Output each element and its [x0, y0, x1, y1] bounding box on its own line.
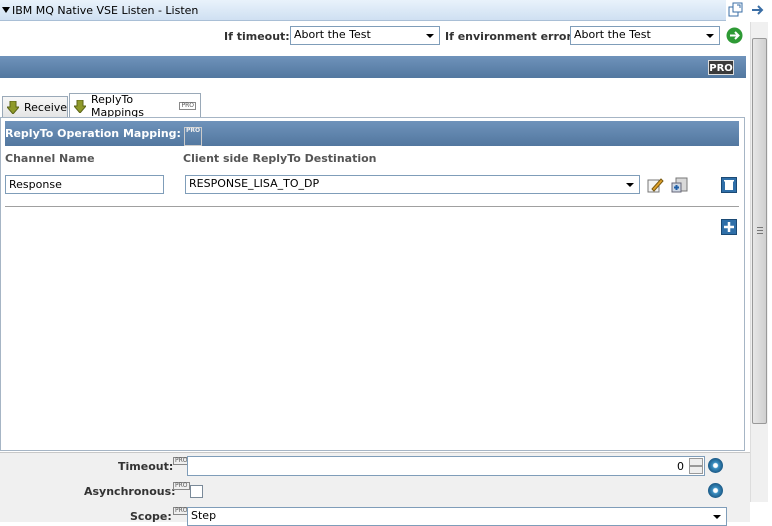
scope-label: Scope:	[130, 510, 172, 523]
mapping-panel	[0, 117, 745, 451]
tab-pro-badge: PRO	[179, 102, 196, 110]
footer-timeout-label: Timeout:	[118, 460, 174, 473]
edit-icon[interactable]	[646, 176, 664, 194]
scrollbar-thumb[interactable]	[752, 38, 767, 424]
spinner-down-arrow-icon[interactable]	[689, 466, 703, 474]
gear-icon[interactable]	[708, 458, 723, 473]
spinner-up-arrow-icon[interactable]	[689, 458, 703, 466]
tab-receive[interactable]: Receive	[2, 96, 68, 118]
go-arrow-icon[interactable]	[726, 27, 743, 44]
down-arrow-icon	[5, 100, 21, 115]
scope-select[interactable]: Step	[187, 507, 727, 526]
window-title: IBM MQ Native VSE Listen - Listen	[12, 3, 199, 17]
destination-select[interactable]: RESPONSE_LISA_TO_DP	[185, 175, 640, 194]
down-arrow-icon	[72, 99, 88, 114]
tab-replyto-mappings[interactable]: ReplyTo Mappings PRO	[69, 93, 201, 119]
channel-name-input[interactable]	[5, 175, 164, 194]
section-title: ReplyTo Operation Mapping:	[5, 127, 181, 140]
delete-row-icon[interactable]	[721, 177, 737, 193]
env-error-action-value: Abort the Test	[574, 28, 651, 41]
tab-replyto-mappings-label: ReplyTo Mappings	[91, 93, 144, 119]
navigate-arrow-icon[interactable]	[750, 2, 768, 19]
pro-badge: PRO	[708, 60, 734, 75]
timeout-action-select[interactable]: Abort the Test	[290, 26, 440, 45]
column-header-destination: Client side ReplyTo Destination	[183, 152, 377, 165]
column-header-channel-name: Channel Name	[5, 152, 95, 165]
timeout-label: If timeout:	[224, 30, 290, 43]
async-checkbox[interactable]	[190, 485, 203, 498]
scope-value: Step	[191, 509, 217, 522]
env-error-action-select[interactable]: Abort the Test	[570, 26, 720, 45]
tab-receive-label: Receive	[24, 101, 68, 114]
collapse-triangle-icon[interactable]	[2, 7, 10, 13]
header-band	[0, 56, 746, 78]
add-row-icon[interactable]	[721, 219, 737, 235]
destination-value: RESPONSE_LISA_TO_DP	[189, 177, 320, 190]
timeout-spinner[interactable]: 0	[187, 456, 705, 476]
async-pro-badge: PRO	[173, 482, 190, 490]
chevron-down-icon	[626, 183, 634, 187]
chevron-down-icon	[426, 34, 434, 38]
chevron-down-icon	[706, 34, 714, 38]
chevron-down-icon	[713, 515, 721, 519]
timeout-value: 0	[677, 460, 684, 473]
timeout-action-value: Abort the Test	[294, 28, 371, 41]
window-title-bar: IBM MQ Native VSE Listen - Listen	[0, 0, 726, 21]
restore-window-icon[interactable]	[728, 2, 746, 19]
add-destination-icon[interactable]	[670, 176, 690, 194]
section-header: ReplyTo Operation Mapping: PRO	[5, 121, 739, 146]
async-label: Asynchronous:	[84, 485, 176, 498]
row-divider	[5, 206, 739, 207]
section-pro-badge: PRO	[183, 127, 203, 146]
env-error-label: If environment error:	[445, 30, 577, 43]
gear-icon[interactable]	[708, 483, 723, 498]
